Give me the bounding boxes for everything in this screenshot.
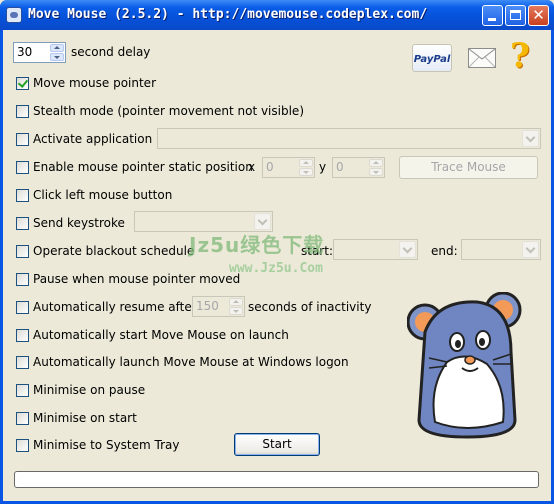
option-stealth[interactable]: Stealth mode (pointer movement not visib…: [16, 103, 304, 119]
pause-moved-checkbox[interactable]: [16, 272, 29, 286]
option-send-keystroke[interactable]: Send keystroke: [16, 215, 125, 231]
auto-start-label: Automatically start Move Mouse on launch: [33, 328, 289, 342]
option-pause-moved[interactable]: Pause when mouse pointer moved: [16, 271, 240, 287]
help-glyph: ?: [510, 36, 530, 76]
paypal-label: PayPal: [413, 54, 451, 65]
minimise-tray-label: Minimise to System Tray: [33, 438, 180, 452]
option-minimise-pause[interactable]: Minimise on pause: [16, 382, 145, 398]
x-stepper[interactable]: [299, 159, 313, 176]
y-stepper[interactable]: [369, 159, 383, 176]
minimize-icon: [488, 18, 496, 21]
main-panel: 30 second delay PayPal ? Move mouse poin…: [3, 30, 551, 501]
chevron-down-icon[interactable]: [254, 213, 271, 230]
start-button[interactable]: Start: [234, 433, 320, 456]
title-bar[interactable]: Move Mouse (2.5.2) - http://movemouse.co…: [0, 0, 554, 30]
minimise-start-label: Minimise on start: [33, 411, 137, 425]
option-click-left[interactable]: Click left mouse button: [16, 187, 172, 203]
help-icon[interactable]: ?: [510, 38, 536, 74]
chevron-down-icon[interactable]: [399, 241, 416, 258]
option-activate-app[interactable]: Activate application: [16, 131, 152, 147]
minimise-tray-checkbox[interactable]: [16, 438, 29, 452]
stepper-down-icon[interactable]: [229, 307, 243, 315]
y-label: y: [319, 160, 327, 174]
app-window: Move Mouse (2.5.2) - http://movemouse.co…: [0, 0, 554, 504]
option-minimise-tray[interactable]: Minimise to System Tray: [16, 437, 179, 453]
auto-resume-label: Automatically resume after: [33, 300, 197, 314]
stepper-down-icon[interactable]: [299, 168, 313, 176]
stepper-up-icon[interactable]: [229, 298, 243, 306]
minimize-button[interactable]: [482, 5, 503, 26]
stepper-up-icon[interactable]: [50, 44, 64, 52]
option-auto-resume[interactable]: Automatically resume after: [16, 299, 197, 315]
chevron-down-icon[interactable]: [522, 241, 539, 258]
option-auto-launch[interactable]: Automatically launch Move Mouse at Windo…: [16, 354, 349, 370]
mouse-mascot-icon: [407, 292, 522, 439]
chevron-down-icon[interactable]: [522, 130, 539, 147]
minimise-start-checkbox[interactable]: [16, 411, 29, 425]
close-icon: ✕: [532, 6, 545, 24]
send-keystroke-label: Send keystroke: [33, 216, 125, 230]
watermark-text: Jz5u绿色下载: [189, 233, 325, 257]
move-pointer-checkbox[interactable]: [16, 76, 29, 90]
window-title: Move Mouse (2.5.2) - http://movemouse.co…: [28, 7, 428, 22]
static-position-label: Enable mouse pointer static position: [33, 160, 253, 174]
y-value: 0: [336, 160, 344, 174]
option-static-position[interactable]: Enable mouse pointer static position: [16, 159, 253, 175]
app-icon: [6, 7, 22, 23]
stepper-up-icon[interactable]: [299, 159, 313, 167]
delay-label: second delay: [71, 45, 151, 59]
click-left-checkbox[interactable]: [16, 188, 29, 202]
delay-input[interactable]: 30: [13, 42, 66, 63]
minimise-pause-checkbox[interactable]: [16, 383, 29, 397]
y-input[interactable]: 0: [332, 157, 385, 178]
resume-suffix-label: seconds of inactivity: [248, 300, 372, 314]
pause-moved-label: Pause when mouse pointer moved: [33, 272, 241, 286]
blackout-end-select[interactable]: [461, 239, 541, 260]
stealth-label: Stealth mode (pointer movement not visib…: [33, 104, 304, 118]
resume-seconds-input[interactable]: 150: [192, 296, 245, 317]
static-position-checkbox[interactable]: [16, 160, 29, 174]
blackout-end-label: end:: [431, 244, 458, 258]
activate-app-checkbox[interactable]: [16, 132, 29, 146]
maximize-button[interactable]: [505, 5, 526, 26]
blackout-start-select[interactable]: [333, 239, 418, 260]
option-move-pointer[interactable]: Move mouse pointer: [16, 75, 156, 91]
activate-app-label: Activate application: [33, 132, 153, 146]
resume-seconds-value: 150: [196, 299, 219, 313]
close-button[interactable]: ✕: [528, 5, 549, 26]
click-left-label: Click left mouse button: [33, 188, 173, 202]
delay-stepper[interactable]: [50, 44, 64, 61]
stepper-down-icon[interactable]: [369, 168, 383, 176]
watermark-url: www.Jz5u.Com: [229, 261, 323, 276]
send-keystroke-checkbox[interactable]: [16, 216, 29, 230]
application-select[interactable]: [157, 128, 541, 149]
paypal-icon[interactable]: PayPal: [412, 44, 452, 72]
option-blackout[interactable]: Operate blackout schedule: [16, 243, 194, 259]
email-icon[interactable]: [468, 48, 496, 68]
auto-resume-checkbox[interactable]: [16, 300, 29, 314]
resume-stepper[interactable]: [229, 298, 243, 315]
move-pointer-label: Move mouse pointer: [33, 76, 156, 90]
blackout-label: Operate blackout schedule: [33, 244, 195, 258]
stealth-checkbox[interactable]: [16, 104, 29, 118]
auto-start-checkbox[interactable]: [16, 328, 29, 342]
minimise-pause-label: Minimise on pause: [33, 383, 146, 397]
auto-launch-checkbox[interactable]: [16, 355, 29, 369]
option-auto-start[interactable]: Automatically start Move Mouse on launch: [16, 327, 289, 343]
progress-bar: [14, 471, 539, 488]
trace-mouse-button[interactable]: Trace Mouse: [399, 156, 538, 179]
x-label: x: [248, 160, 256, 174]
blackout-checkbox[interactable]: [16, 244, 29, 258]
auto-launch-label: Automatically launch Move Mouse at Windo…: [33, 355, 349, 369]
maximize-icon: [510, 10, 521, 20]
x-value: 0: [266, 160, 274, 174]
stepper-up-icon[interactable]: [369, 159, 383, 167]
stepper-down-icon[interactable]: [50, 53, 64, 61]
x-input[interactable]: 0: [262, 157, 315, 178]
delay-value: 30: [17, 45, 33, 59]
option-minimise-start[interactable]: Minimise on start: [16, 410, 137, 426]
